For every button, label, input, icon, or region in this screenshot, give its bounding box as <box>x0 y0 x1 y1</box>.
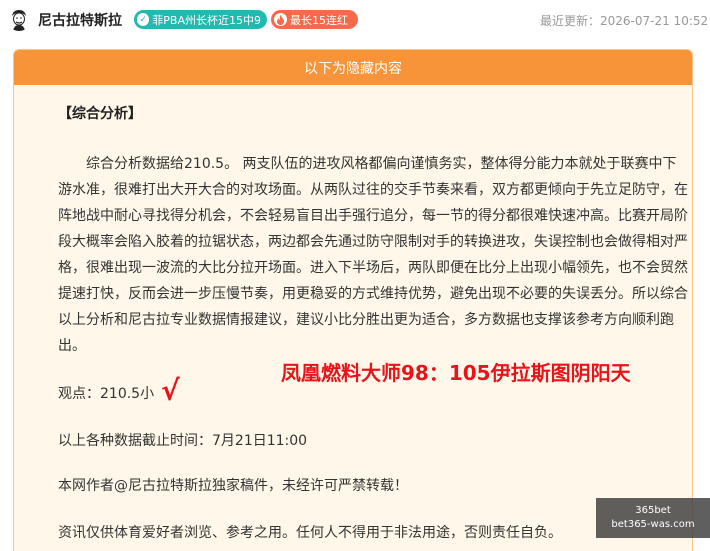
viewpoint: 观点：210.5小 <box>58 386 155 402</box>
record-badge-label: 菲PBA州长杯近15中9 <box>152 13 261 27</box>
check-mark-icon: √ <box>161 374 180 407</box>
streak-badge: 最长15连红 <box>271 10 358 29</box>
data-cutoff-time: 以上各种数据截止时间：7月21日11:00 <box>58 433 308 449</box>
streak-badge-label: 最长15连红 <box>290 13 348 27</box>
hidden-content-header: 以下为隐藏内容 <box>14 50 692 85</box>
author-name[interactable]: 尼古拉特斯拉 <box>38 10 122 30</box>
check-circle-icon: ✓ <box>137 13 150 26</box>
watermark-line-1: 365bet <box>635 505 671 516</box>
promo-overlay-text: 凤凰燃料大师98：105伊拉斯图阴阳天 <box>281 361 631 385</box>
flame-icon <box>274 13 287 26</box>
analysis-paragraph: 综合分析数据给210.5。 两支队伍的进攻风格都偏向谨慎务实，整体得分能力本就处… <box>58 156 688 354</box>
avatar[interactable] <box>7 7 31 31</box>
watermark-line-2: bet365-was.com <box>611 519 695 530</box>
site-watermark: 365bet bet365-was.com <box>596 498 710 538</box>
section-title: 【综合分析】 <box>58 106 142 122</box>
last-updated: 最近更新：2026-07-21 10:52 <box>540 14 709 28</box>
avatar-portrait-icon <box>7 7 31 31</box>
disclaimer: 资讯仅供体育爱好者浏览、参考之用。任何人不得用于非法用途，否则责任自负。 <box>58 525 562 541</box>
record-badge: ✓ 菲PBA州长杯近15中9 <box>134 10 267 29</box>
copyright-notice: 本网作者@尼古拉特斯拉独家稿件，未经许可严禁转载！ <box>58 478 408 494</box>
article-header: 尼古拉特斯拉 ✓ 菲PBA州长杯近15中9 最长15连红 最近更新：2026-0… <box>0 0 710 40</box>
